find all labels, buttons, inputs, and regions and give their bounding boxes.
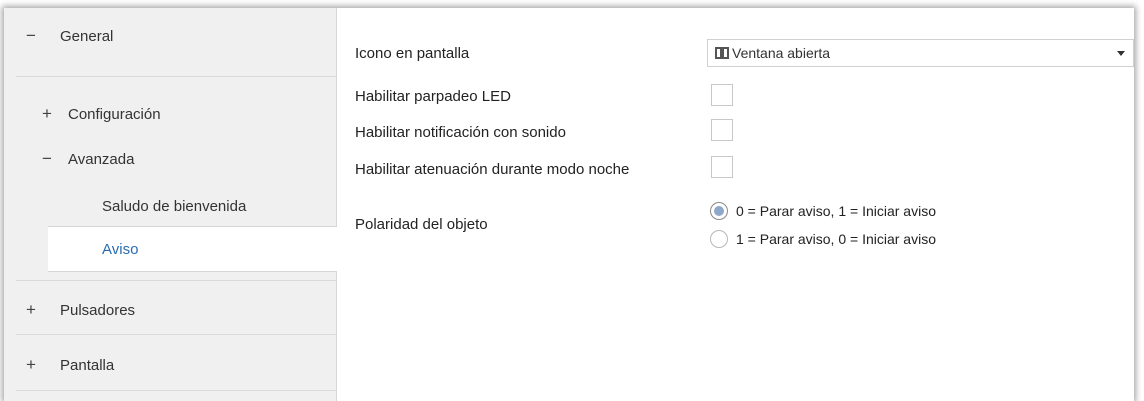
sidebar-item-configuracion[interactable]: + Configuración (40, 90, 161, 138)
divider (16, 390, 336, 391)
sidebar-item-pantalla[interactable]: + Pantalla (24, 341, 114, 389)
sidebar-item-label: Pulsadores (60, 301, 136, 319)
radio-selected[interactable] (710, 202, 728, 220)
window-frame: − General + Configuración − Avanzada Sal… (4, 8, 1134, 401)
sidebar-item-label: General (60, 27, 114, 45)
parpadeo-checkbox[interactable] (711, 84, 733, 106)
sidebar-item-saludo[interactable]: Saludo de bienvenida (102, 182, 246, 230)
polaridad-option-1[interactable]: 1 = Parar aviso, 0 = Iniciar aviso (710, 230, 936, 248)
sidebar-item-label: Saludo de bienvenida (102, 197, 247, 215)
collapse-icon[interactable]: − (24, 26, 38, 46)
sidebar-nav: − General + Configuración − Avanzada Sal… (4, 8, 338, 401)
sonido-label: Habilitar notificación con sonido (355, 124, 566, 141)
sidebar-item-pulsadores[interactable]: + Pulsadores (24, 286, 135, 334)
sidebar-item-label: Pantalla (60, 356, 115, 374)
parpadeo-label: Habilitar parpadeo LED (355, 88, 511, 105)
sonido-checkbox[interactable] (711, 119, 733, 141)
icono-select[interactable]: Ventana abierta (707, 39, 1134, 67)
window-icon (715, 47, 729, 59)
sidebar-item-aviso[interactable]: Aviso (48, 226, 338, 272)
parameter-panel: Icono en pantalla Ventana abierta Habili… (337, 8, 1134, 401)
collapse-icon[interactable]: − (40, 149, 54, 169)
sidebar-item-label: Avanzada (68, 150, 135, 168)
polaridad-option-0[interactable]: 0 = Parar aviso, 1 = Iniciar aviso (710, 202, 936, 220)
radio-unselected[interactable] (710, 230, 728, 248)
divider (16, 334, 336, 335)
sidebar-item-avanzada[interactable]: − Avanzada (40, 135, 134, 183)
expand-icon[interactable]: + (24, 355, 38, 375)
chevron-down-icon[interactable] (1117, 51, 1125, 56)
sidebar-item-label: Configuración (68, 105, 161, 123)
icono-select-value: Ventana abierta (732, 45, 831, 61)
divider (16, 76, 336, 77)
polaridad-label: Polaridad del objeto (355, 216, 488, 233)
divider (16, 280, 336, 281)
radio-label: 1 = Parar aviso, 0 = Iniciar aviso (736, 231, 936, 247)
expand-icon[interactable]: + (40, 104, 54, 124)
atenuacion-checkbox[interactable] (711, 156, 733, 178)
sidebar-item-label: Aviso (102, 241, 139, 258)
icono-label: Icono en pantalla (355, 45, 470, 62)
atenuacion-label: Habilitar atenuación durante modo noche (355, 161, 630, 178)
sidebar-item-general[interactable]: − General (24, 12, 113, 60)
expand-icon[interactable]: + (24, 300, 38, 320)
radio-label: 0 = Parar aviso, 1 = Iniciar aviso (736, 203, 936, 219)
